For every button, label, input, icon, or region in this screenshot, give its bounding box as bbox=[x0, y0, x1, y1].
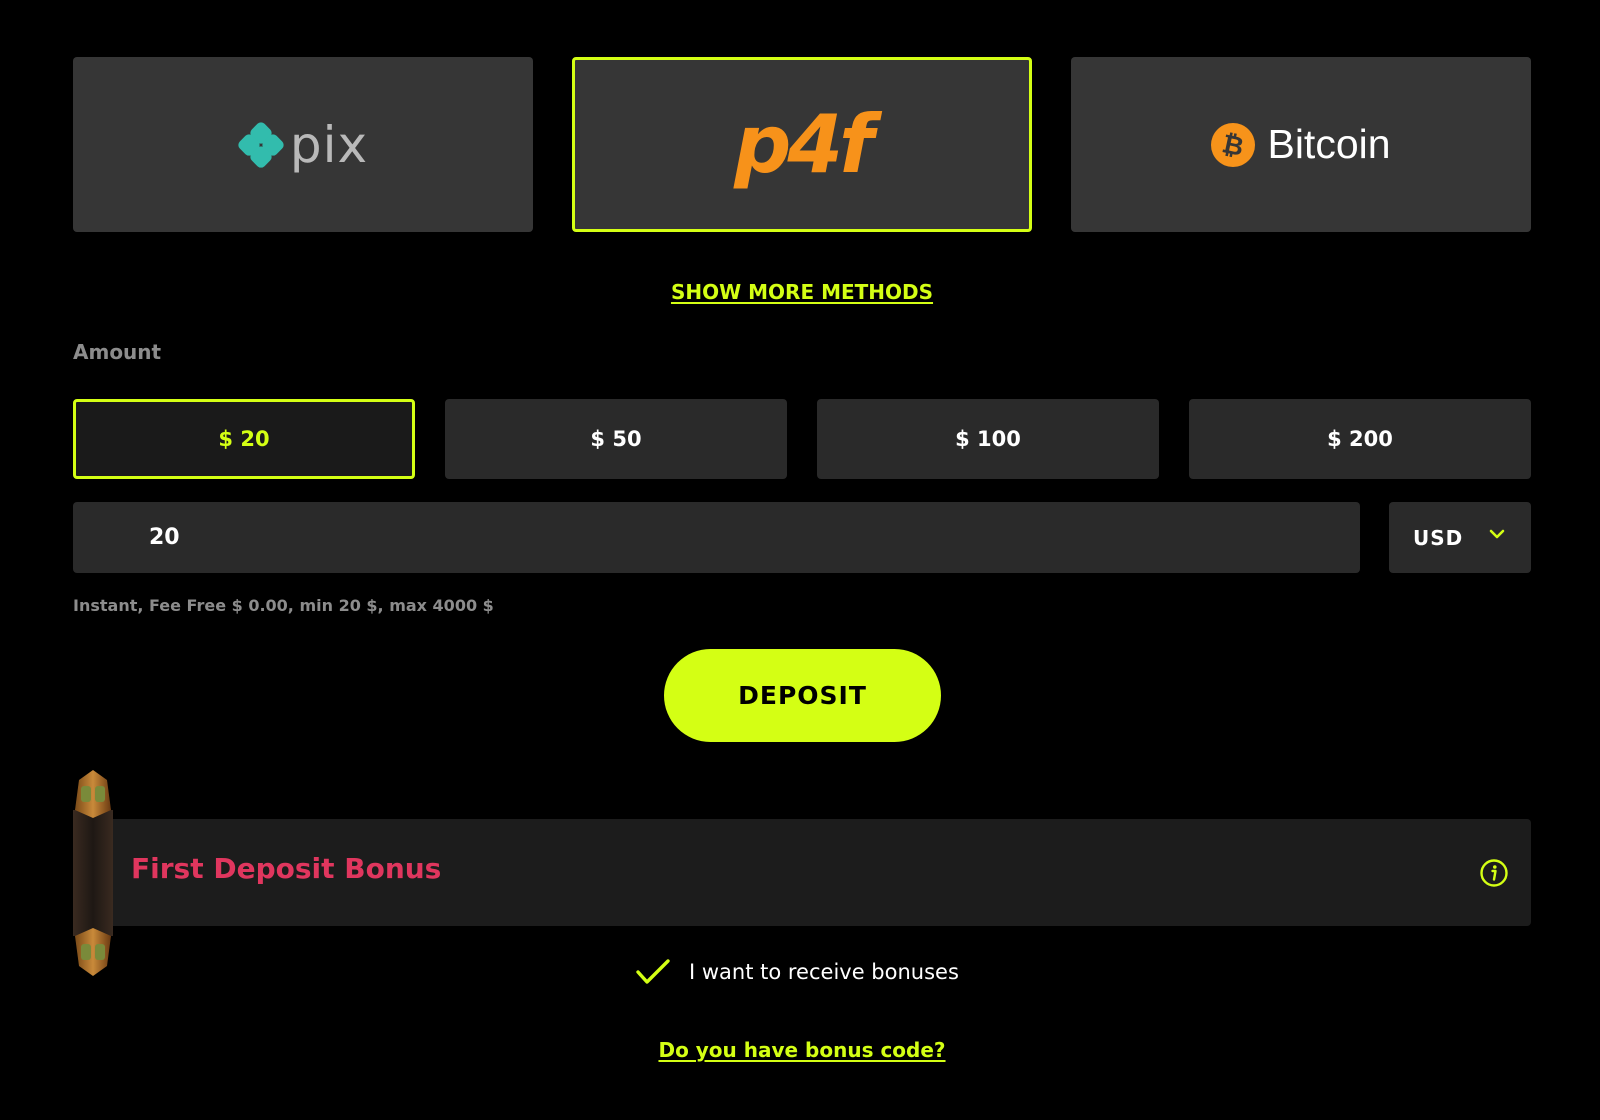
payment-method-bitcoin[interactable]: ₿ Bitcoin bbox=[1071, 57, 1531, 232]
bitcoin-icon: ₿ bbox=[1211, 122, 1256, 167]
amount-info-text: Instant, Fee Free $ 0.00, min 20 $, max … bbox=[73, 596, 494, 615]
bonus-title: First Deposit Bonus bbox=[131, 852, 442, 885]
amount-preset-20[interactable]: $ 20 bbox=[73, 399, 415, 479]
amount-preset-50[interactable]: $ 50 bbox=[445, 399, 787, 479]
receive-bonuses-checkbox[interactable]: I want to receive bonuses bbox=[635, 958, 959, 986]
currency-value: USD bbox=[1413, 525, 1464, 550]
amount-input[interactable] bbox=[73, 502, 1360, 573]
amount-label: Amount bbox=[73, 340, 162, 364]
info-icon[interactable] bbox=[1479, 858, 1509, 888]
pix-label: pix bbox=[289, 115, 369, 174]
bonus-code-link[interactable]: Do you have bonus code? bbox=[0, 1038, 1600, 1062]
bitcoin-label: Bitcoin bbox=[1267, 121, 1391, 167]
chevron-down-icon bbox=[1489, 529, 1505, 539]
bitcoin-logo: ₿ Bitcoin bbox=[1211, 121, 1391, 168]
payment-method-p4f[interactable]: p4f bbox=[572, 57, 1032, 232]
receive-bonuses-label: I want to receive bonuses bbox=[689, 960, 959, 984]
p4f-logo: p4f bbox=[734, 98, 874, 191]
deposit-page: pix p4f ₿ Bitcoin SHOW MORE METHODS Amou… bbox=[0, 0, 1600, 1120]
deposit-button[interactable]: DEPOSIT bbox=[664, 649, 941, 742]
checkmark-icon bbox=[636, 959, 670, 984]
show-more-methods-link[interactable]: SHOW MORE METHODS bbox=[0, 280, 1600, 304]
amount-preset-200[interactable]: $ 200 bbox=[1189, 399, 1531, 479]
pix-diamond-icon bbox=[238, 121, 284, 168]
currency-select[interactable]: USD bbox=[1389, 502, 1531, 573]
amount-preset-100[interactable]: $ 100 bbox=[817, 399, 1159, 479]
pix-logo: pix bbox=[238, 116, 368, 174]
payment-method-pix[interactable]: pix bbox=[73, 57, 533, 232]
scroll-decoration-icon bbox=[73, 770, 113, 976]
